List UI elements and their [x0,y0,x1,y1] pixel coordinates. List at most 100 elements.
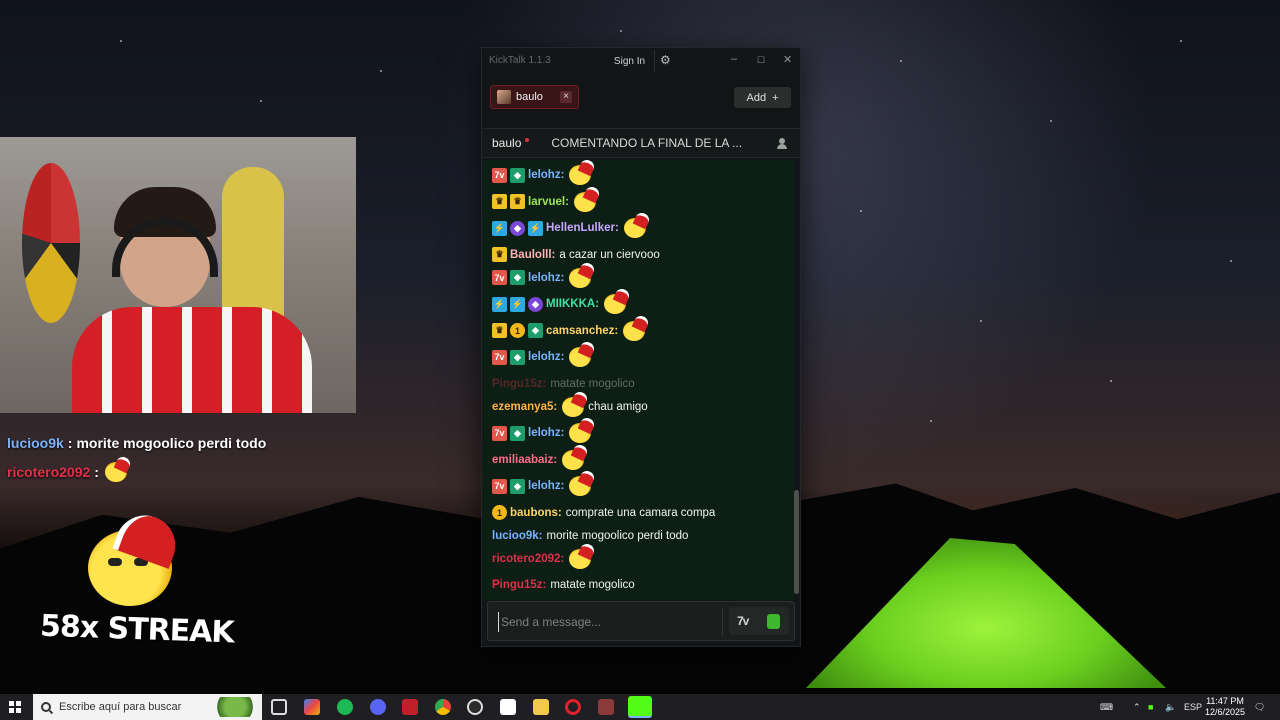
chat-username[interactable]: HellenLulker: [546,222,619,234]
kick-badge-icon: 7v [492,425,507,441]
chat-username[interactable]: Pingu15z: [492,378,546,390]
coin-badge-icon: 1 [510,323,525,338]
kick-tray-icon[interactable]: ■ [1148,694,1153,720]
chat-scrollbar[interactable] [794,490,799,594]
add-channel-button[interactable]: Add + [734,87,791,108]
chat-username[interactable]: baubons: [510,507,562,519]
chat-message: ⚡ ⚡ ◆ MIIKKKA: [492,293,627,315]
chat-message: 7v ◆ lelohz: [492,475,592,497]
tab-baulo[interactable]: baulo × [490,85,579,109]
taskbar-search[interactable]: Escribe aquí para buscar [33,694,262,720]
search-highlight-icon [212,697,258,717]
search-placeholder: Escribe aquí para buscar [59,701,182,713]
obs-icon[interactable] [467,699,483,715]
chat-message: Pingu15z: matate mogolico [492,574,635,596]
xmas-emote-icon [569,548,592,569]
discord-icon[interactable] [370,699,386,715]
kick-emotes-icon[interactable] [767,614,780,629]
xmas-emote-icon [573,191,596,212]
file-explorer-icon[interactable] [533,699,549,715]
chat-username[interactable]: MIIKKKA: [546,298,599,310]
chat-message-text: comprate una camara compa [565,506,716,519]
capcut-icon[interactable] [500,699,516,715]
sign-in-button[interactable]: Sign In [605,50,655,72]
chrome-icon[interactable] [435,699,451,715]
red-white-jersey [72,307,312,413]
titlebar: KickTalk 1.1.3 Sign In ⚙ – ☐ ✕ [482,48,800,74]
gold-badge-icon: ♛ [492,323,507,338]
close-icon[interactable]: ✕ [783,53,792,66]
gear-icon[interactable]: ⚙ [660,53,671,67]
xmas-emote-icon [104,461,127,482]
chat-username[interactable]: ezemanya5: [492,401,557,413]
chat-message: 7v ◆ lelohz: [492,346,592,368]
green-badge-icon: ◆ [510,167,525,183]
streak-emote-icon [88,530,172,606]
xmas-emote-icon [569,347,592,367]
kick-badge-icon: 7v [492,349,507,365]
chat-message: ♛ ♛ larvuel: [492,191,596,213]
chat-username[interactable]: Baulolll: [510,249,555,261]
overlay-chat-line: ricotero2092 : [7,457,266,486]
chat-message: ♛ 1 ◆ camsanchez: [492,320,646,342]
chevron-up-icon[interactable]: ⌃ [1133,694,1141,720]
system-clock[interactable]: 11:47 PM 12/6/2025 [1200,696,1250,718]
chat-message-text: morite mogoolico perdi todo [546,529,689,542]
chat-username[interactable]: lelohz: [528,272,564,284]
message-input[interactable]: Send a message... [498,612,718,632]
tab-label: baulo [516,91,543,103]
chat-message: 1 baubons: comprate una camara compa [492,502,715,524]
volume-icon[interactable]: 🔈 [1165,694,1176,720]
notifications-icon[interactable]: 🗨 [1254,694,1265,720]
chat-username[interactable]: camsanchez: [546,325,618,337]
kick-badge-icon: 7v [492,478,507,494]
xmas-emote-icon [562,396,585,417]
chat-message: 7v ◆ lelohz: [492,164,592,186]
chat-username[interactable]: lelohz: [528,427,564,439]
chat-username[interactable]: emiliaabaiz: [492,454,557,466]
chat-username[interactable]: lucioo9k: [492,530,542,542]
kicktalk-taskbar-icon[interactable] [628,696,652,718]
chat-username[interactable]: ricotero2092: [492,553,564,565]
chat-message: lucioo9k: morite mogoolico perdi todo [492,525,688,547]
blue-badge-icon: ⚡ [510,296,525,312]
game-launcher-icon[interactable] [598,699,614,715]
maximize-icon[interactable]: ☐ [757,55,765,66]
user-list-icon[interactable] [777,138,787,149]
xmas-emote-icon [569,165,592,185]
green-badge-icon: ◆ [510,270,525,285]
opera-icon[interactable] [565,699,581,715]
kicktalk-window: KickTalk 1.1.3 Sign In ⚙ – ☐ ✕ baulo × A… [481,47,801,647]
copilot-icon[interactable] [304,699,320,715]
chat-message-text: matate mogolico [550,377,635,390]
overlay-chat: lucioo9k : morite mogoolico perdi todo r… [7,428,266,486]
chat-username[interactable]: larvuel: [528,196,569,208]
windows-start-icon[interactable] [9,701,21,713]
gold-badge-icon: ♛ [492,247,507,262]
chat-username[interactable]: Pingu15z: [492,579,546,591]
divider [722,608,723,636]
minimize-icon[interactable]: – [731,53,737,65]
seventv-emotes-icon[interactable]: 7v [737,614,749,628]
xmas-emote-icon [562,449,585,470]
close-tab-icon[interactable]: × [560,91,572,103]
keyboard-icon[interactable]: ⌨ [1100,694,1113,720]
chat-username[interactable]: lelohz: [528,351,564,363]
spotify-icon[interactable] [337,699,353,715]
avatar [497,90,511,104]
purple-badge-icon: ◆ [528,296,543,312]
search-icon [41,702,51,712]
blue-badge-icon: ⚡ [528,220,543,236]
overlay-chat-sep: : [67,434,73,451]
xmas-emote-icon [569,476,592,496]
chat-username[interactable]: lelohz: [528,480,564,492]
chat-message: ♛ Baulolll: a cazar un ciervooo [492,244,660,266]
gold-badge-icon: ♛ [510,194,525,209]
task-view-icon[interactable] [271,699,287,715]
blue-badge-icon: ⚡ [492,296,507,312]
voicemeeter-icon[interactable] [402,699,418,715]
plus-icon: + [772,91,779,104]
wall-dartboard [22,163,80,323]
chat-username[interactable]: lelohz: [528,169,564,181]
kick-badge-icon: 7v [492,270,507,285]
